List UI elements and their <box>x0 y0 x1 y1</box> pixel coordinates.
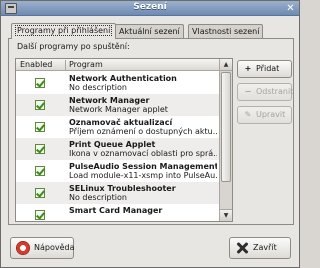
list-item[interactable]: Print Queue Applet Ikona v oznamovací ob… <box>16 138 219 160</box>
minus-icon: − <box>244 87 252 96</box>
close-button[interactable]: Zavřít <box>229 237 291 259</box>
help-lifebuoy-icon <box>16 241 30 255</box>
scrollbar-thumb[interactable] <box>221 72 231 182</box>
close-icon <box>236 242 248 254</box>
enabled-checkbox[interactable] <box>35 166 45 176</box>
tab-session-options-label: Vlastnosti sezení <box>192 27 260 36</box>
program-name: Smart Card Manager <box>69 206 163 215</box>
program-description: Network Manager applet <box>69 105 168 114</box>
close-button-label: Zavřít <box>253 243 277 252</box>
enabled-checkbox[interactable] <box>35 188 45 198</box>
vertical-scrollbar[interactable]: ▲ ▼ <box>219 59 232 221</box>
edit-icon: ✎ <box>244 110 252 119</box>
program-name: PulseAudio Session Management <box>69 162 217 171</box>
edit-button[interactable]: ✎ Upravit <box>237 106 292 124</box>
tab-session-options[interactable]: Vlastnosti sezení <box>188 24 264 38</box>
program-description: No description <box>69 83 127 92</box>
program-description: Load module-x11-xsmp into PulseAu... <box>69 171 217 180</box>
help-button-label: Nápověda <box>34 243 75 252</box>
program-name: Oznamovač aktualizací <box>69 118 173 127</box>
section-label: Další programy po spuštění: <box>17 42 130 51</box>
column-header-program[interactable]: Program <box>69 60 103 70</box>
session-dialog: Sezení ✕ Programy při přihlášení Aktuáln… <box>0 0 300 268</box>
enabled-checkbox[interactable] <box>35 78 45 88</box>
window-title: Sezení <box>133 2 167 12</box>
enabled-checkbox[interactable] <box>35 122 45 132</box>
enabled-checkbox[interactable] <box>35 100 45 110</box>
window-close-button[interactable]: ✕ <box>285 3 296 14</box>
program-name: SELinux Troubleshooter <box>69 184 176 193</box>
list-item[interactable]: Network Authentication No description <box>16 72 219 94</box>
tab-current-session-label: Aktuální sezení <box>119 27 180 36</box>
list-item[interactable]: PulseAudio Session Management Load modul… <box>16 160 219 182</box>
program-description: No description <box>69 193 127 202</box>
help-button[interactable]: Nápověda <box>10 237 75 259</box>
tab-startup-programs[interactable]: Programy při přihlášení <box>11 23 117 39</box>
program-description: Příjem oznámení o dostupných aktu... <box>69 127 217 136</box>
add-button-label: Přidat <box>256 64 280 73</box>
remove-button[interactable]: − Odstranit <box>237 83 294 101</box>
startup-programs-list[interactable]: Enabled Program Network Authentication N… <box>15 58 233 222</box>
tab-current-session[interactable]: Aktuální sezení <box>115 24 184 38</box>
tab-startup-programs-label: Programy při přihlášení <box>15 25 113 36</box>
program-name: Print Queue Applet <box>69 140 156 149</box>
list-header: Enabled Program <box>16 59 219 71</box>
enabled-checkbox[interactable] <box>35 144 45 154</box>
list-rows: Network Authentication No description Ne… <box>16 72 219 221</box>
scroll-up-arrow-icon[interactable]: ▲ <box>220 59 232 71</box>
list-item[interactable]: Network Manager Network Manager applet <box>16 94 219 116</box>
list-item[interactable]: Oznamovač aktualizací Příjem oznámení o … <box>16 116 219 138</box>
list-item[interactable]: Smart Card Manager <box>16 204 219 221</box>
column-header-enabled[interactable]: Enabled <box>20 60 52 70</box>
scroll-down-arrow-icon[interactable]: ▼ <box>220 209 232 221</box>
remove-button-label: Odstranit <box>256 87 294 96</box>
list-item[interactable]: SELinux Troubleshooter No description <box>16 182 219 204</box>
title-bar[interactable]: Sezení ✕ <box>1 1 299 16</box>
program-name: Network Manager <box>69 96 150 105</box>
program-description: Ikona v oznamovací oblasti pro sprá... <box>69 149 217 158</box>
add-button[interactable]: + Přidat <box>237 60 292 78</box>
tab-bar: Programy při přihlášení Aktuální sezení … <box>11 23 291 39</box>
enabled-checkbox[interactable] <box>35 210 45 220</box>
column-separator <box>65 60 66 70</box>
program-name: Network Authentication <box>69 74 177 83</box>
plus-icon: + <box>244 64 252 73</box>
tab-panel: Další programy po spuštění: Enabled Prog… <box>8 38 294 225</box>
edit-button-label: Upravit <box>256 110 286 119</box>
